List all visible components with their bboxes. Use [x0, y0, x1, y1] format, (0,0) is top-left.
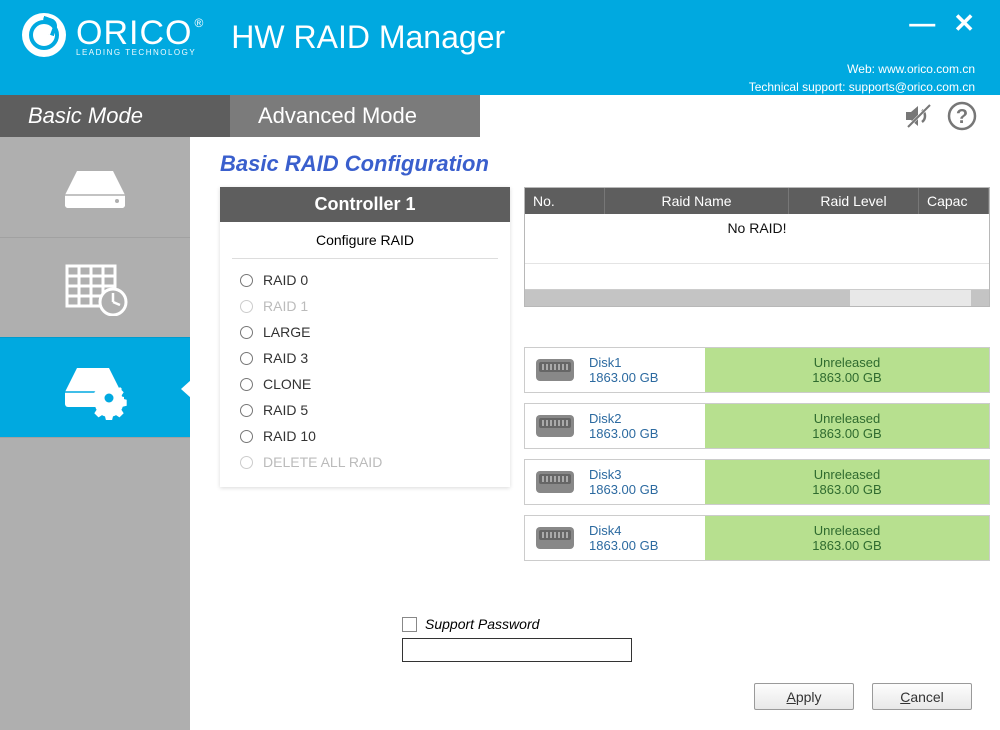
- mute-icon[interactable]: [902, 101, 934, 131]
- disk-row[interactable]: Disk11863.00 GBUnreleased1863.00 GB: [524, 347, 990, 393]
- radio-icon: [240, 274, 253, 287]
- sidebar-item-raid-config[interactable]: [0, 337, 190, 437]
- raid-option-large[interactable]: LARGE: [240, 319, 500, 345]
- disk-status-bar: Unreleased1863.00 GB: [705, 516, 989, 560]
- table-h-scrollbar[interactable]: [525, 289, 989, 306]
- minimize-button[interactable]: —: [909, 10, 935, 36]
- disk-status-bar: Unreleased1863.00 GB: [705, 460, 989, 504]
- radio-icon: [240, 352, 253, 365]
- raid-option-label: RAID 1: [263, 298, 308, 314]
- radio-icon: [240, 300, 253, 313]
- brand-logo-icon: [22, 13, 66, 57]
- disk-row[interactable]: Disk41863.00 GBUnreleased1863.00 GB: [524, 515, 990, 561]
- controller-title: Controller 1: [220, 187, 510, 222]
- disk-icon: [525, 348, 585, 392]
- col-raid-name: Raid Name: [605, 188, 789, 214]
- disk-status-bar: Unreleased1863.00 GB: [705, 348, 989, 392]
- disk-info: Disk11863.00 GB: [585, 348, 705, 392]
- page-title: Basic RAID Configuration: [220, 151, 990, 177]
- col-no: No.: [525, 188, 605, 214]
- radio-icon: [240, 430, 253, 443]
- tab-advanced-mode[interactable]: Advanced Mode: [230, 95, 480, 137]
- raid-option-label: RAID 10: [263, 428, 316, 444]
- disk-status-bar: Unreleased1863.00 GB: [705, 404, 989, 448]
- raid-option-raid-10[interactable]: RAID 10: [240, 423, 500, 449]
- raid-option-label: CLONE: [263, 376, 311, 392]
- radio-icon: [240, 378, 253, 391]
- brand-block: ORICO ® LEADING TECHNOLOGY HW RAID Manag…: [22, 12, 505, 57]
- disk-list: Disk11863.00 GBUnreleased1863.00 GBDisk2…: [524, 347, 990, 561]
- raid-table-empty: No RAID!: [525, 214, 989, 240]
- support-password-checkbox[interactable]: Support Password: [402, 616, 632, 632]
- help-icon[interactable]: ?: [946, 100, 978, 132]
- support-password-input[interactable]: [402, 638, 632, 662]
- raid-option-raid-0[interactable]: RAID 0: [240, 267, 500, 293]
- raid-option-delete-all-raid: DELETE ALL RAID: [240, 449, 500, 475]
- sidebar: [0, 137, 190, 730]
- cancel-button[interactable]: Cancel: [872, 683, 972, 710]
- app-header: ORICO ® LEADING TECHNOLOGY HW RAID Manag…: [0, 0, 1000, 95]
- close-button[interactable]: ✕: [953, 10, 975, 36]
- web-link[interactable]: Web: www.orico.com.cn: [749, 60, 975, 78]
- raid-option-label: RAID 3: [263, 350, 308, 366]
- apply-button[interactable]: Apply: [754, 683, 854, 710]
- raid-option-clone[interactable]: CLONE: [240, 371, 500, 397]
- col-raid-level: Raid Level: [789, 188, 919, 214]
- brand-tagline: LEADING TECHNOLOGY: [76, 48, 203, 57]
- col-capacity: Capac: [919, 188, 989, 214]
- raid-option-raid-5[interactable]: RAID 5: [240, 397, 500, 423]
- support-password-label: Support Password: [425, 616, 539, 632]
- raid-option-label: LARGE: [263, 324, 310, 340]
- disk-info: Disk31863.00 GB: [585, 460, 705, 504]
- raid-option-label: DELETE ALL RAID: [263, 454, 382, 470]
- support-link[interactable]: Technical support: supports@orico.com.cn: [749, 78, 975, 96]
- radio-icon: [240, 326, 253, 339]
- disk-icon: [525, 404, 585, 448]
- raid-option-label: RAID 0: [263, 272, 308, 288]
- raid-table: No. Raid Name Raid Level Capac No RAID!: [524, 187, 990, 307]
- disk-icon: [525, 460, 585, 504]
- disk-info: Disk21863.00 GB: [585, 404, 705, 448]
- disk-row[interactable]: Disk31863.00 GBUnreleased1863.00 GB: [524, 459, 990, 505]
- disk-icon: [525, 516, 585, 560]
- brand-name: ORICO: [76, 16, 192, 50]
- controller-subtitle: Configure RAID: [232, 222, 498, 259]
- radio-icon: [240, 456, 253, 469]
- controller-panel: Controller 1 Configure RAID RAID 0 RAID 1…: [220, 187, 510, 487]
- registered-mark: ®: [194, 16, 203, 30]
- raid-option-raid-3[interactable]: RAID 3: [240, 345, 500, 371]
- sidebar-item-schedule[interactable]: [0, 237, 190, 337]
- app-title: HW RAID Manager: [231, 19, 505, 56]
- mode-tabs: Basic Mode Advanced Mode ?: [0, 95, 1000, 137]
- raid-option-label: RAID 5: [263, 402, 308, 418]
- radio-icon: [240, 404, 253, 417]
- svg-text:?: ?: [956, 106, 968, 128]
- raid-option-raid-1: RAID 1: [240, 293, 500, 319]
- tab-basic-mode[interactable]: Basic Mode: [0, 95, 230, 137]
- sidebar-item-disk[interactable]: [0, 137, 190, 237]
- main-panel: Basic RAID Configuration Controller 1 Co…: [190, 137, 1000, 730]
- header-info: Web: www.orico.com.cn Technical support:…: [749, 60, 975, 96]
- disk-row[interactable]: Disk21863.00 GBUnreleased1863.00 GB: [524, 403, 990, 449]
- disk-info: Disk41863.00 GB: [585, 516, 705, 560]
